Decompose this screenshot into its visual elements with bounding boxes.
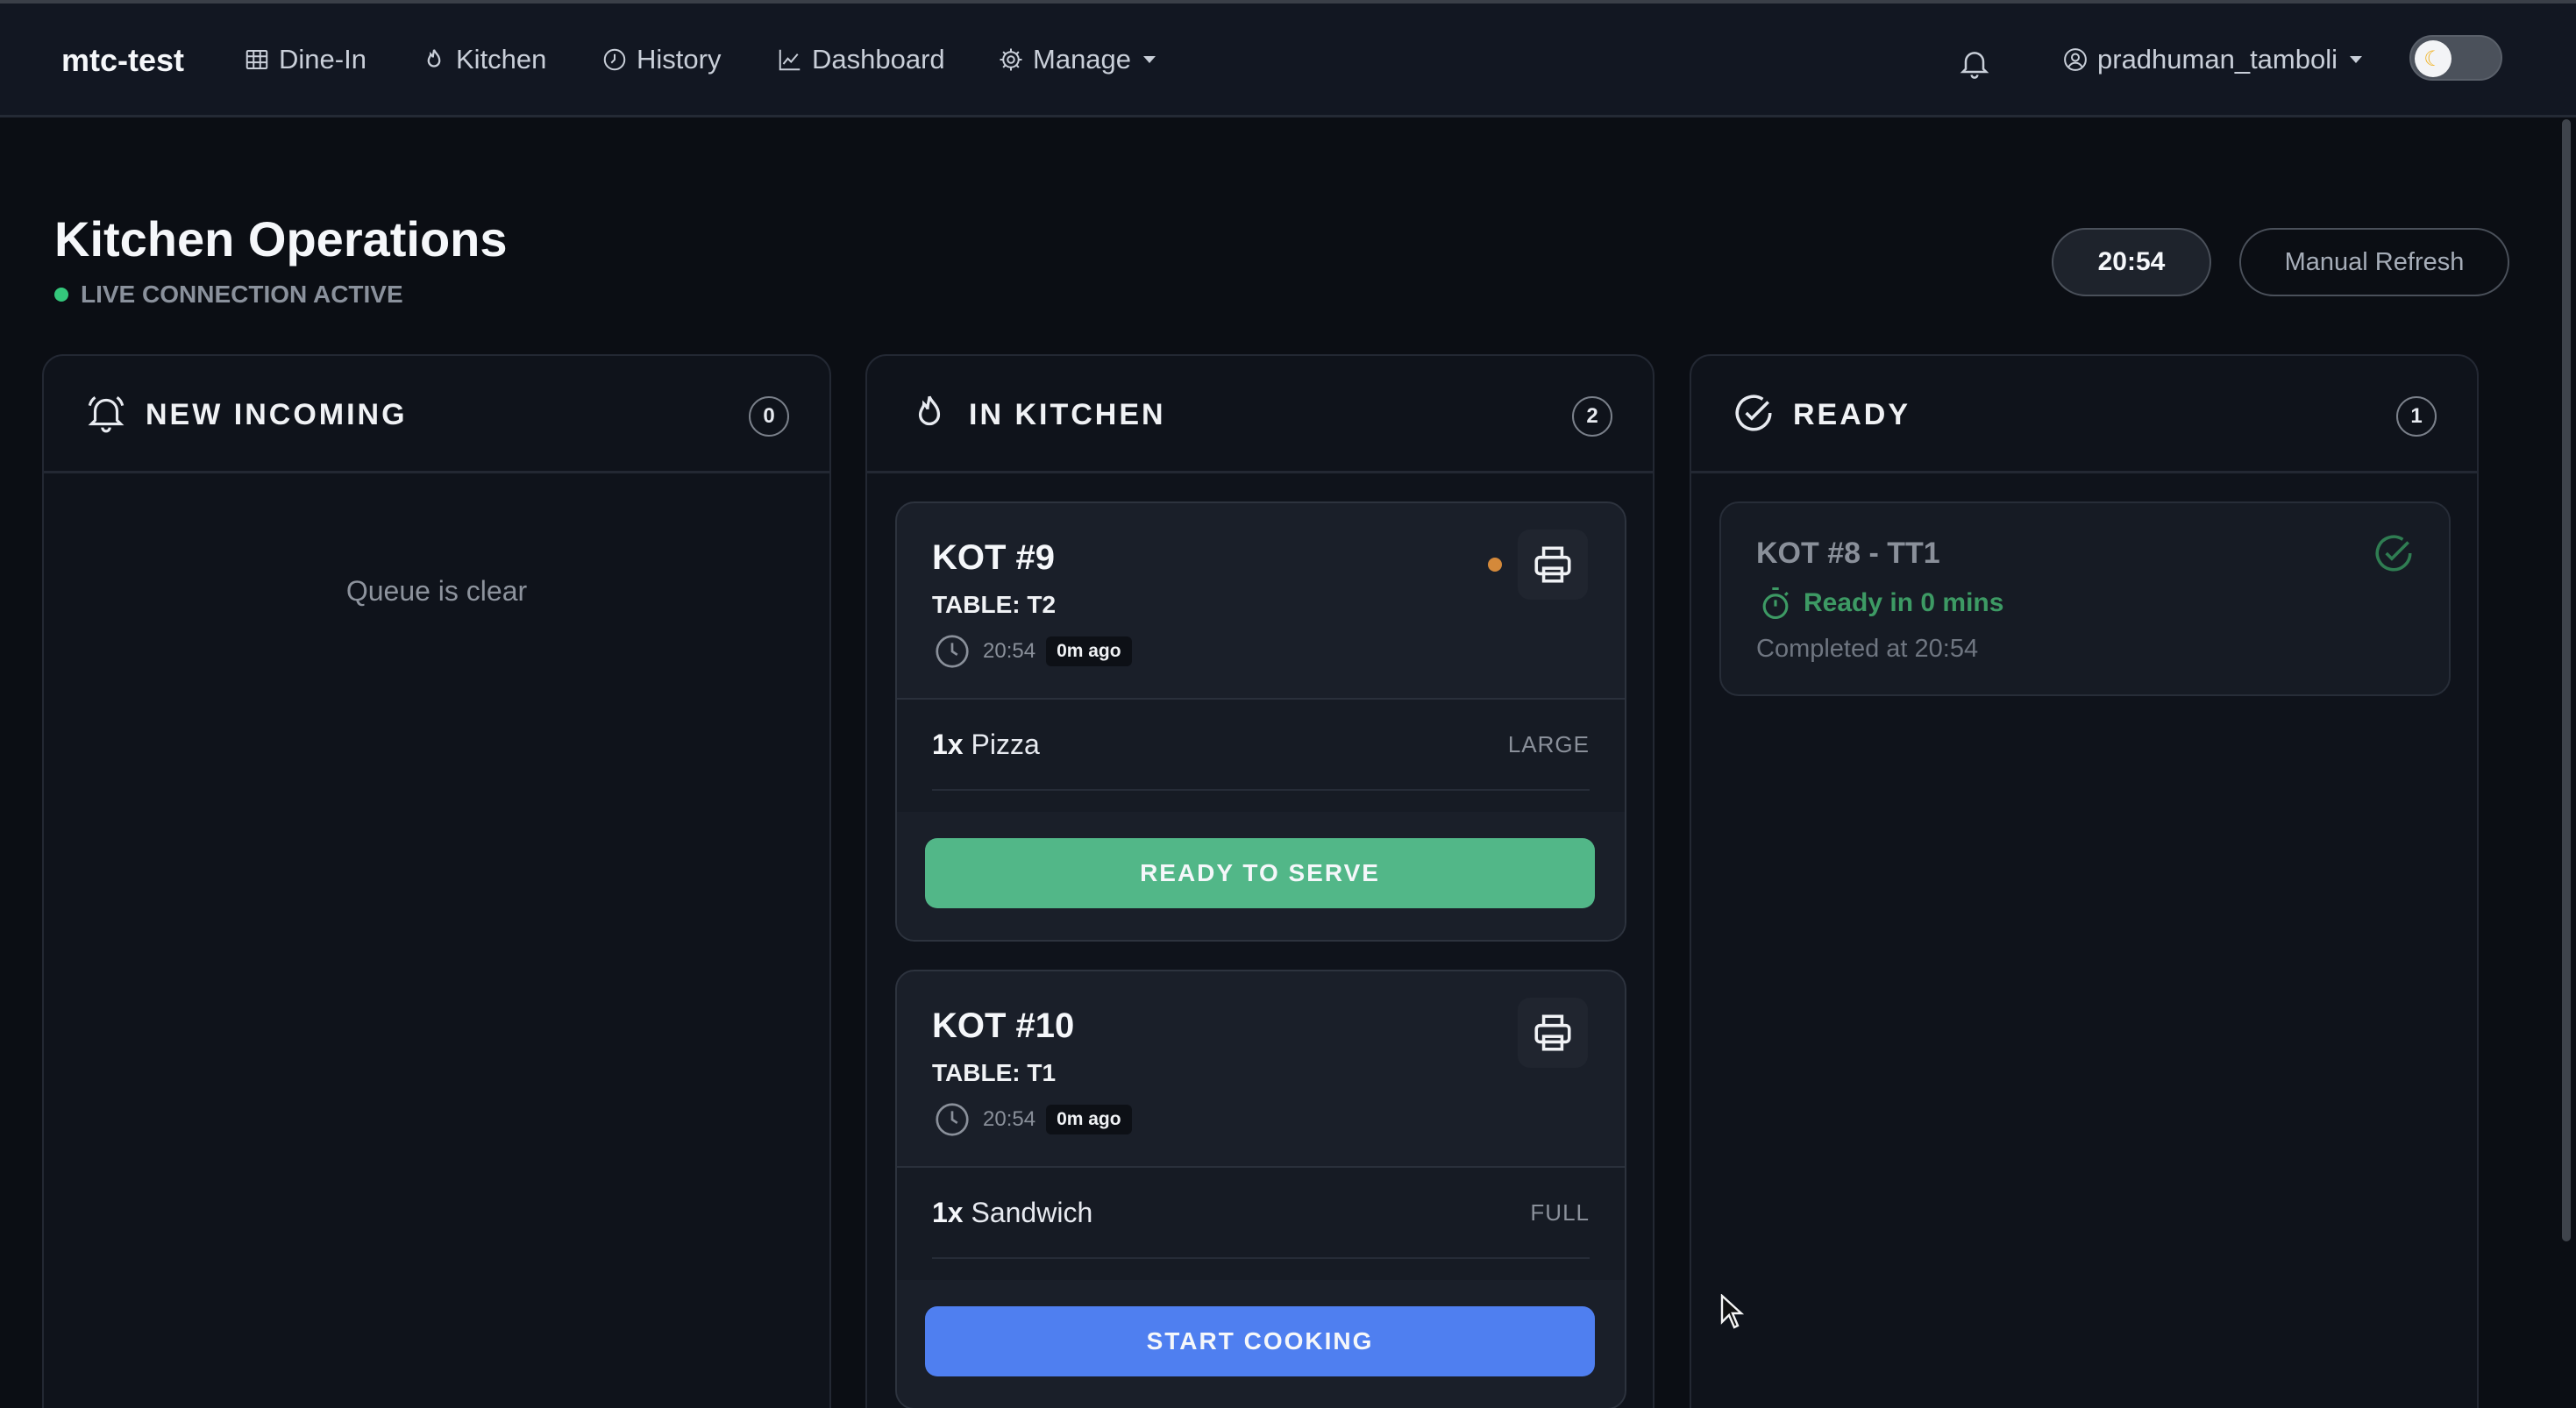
kot-table: TABLE: T1 xyxy=(932,1059,1057,1086)
column-new-incoming: NEW INCOMING 0 Queue is clear xyxy=(42,354,831,1408)
clock-icon xyxy=(936,1103,969,1136)
kot-item: 1x Sandwich FULL xyxy=(897,1168,1625,1280)
check-circle-icon xyxy=(2375,535,2412,572)
printer-icon xyxy=(1534,546,1571,583)
kot-number: KOT #8 - TT1 xyxy=(1756,537,1940,570)
clock-icon xyxy=(603,48,626,71)
page-scrollbar[interactable] xyxy=(2562,119,2571,1241)
column-in-kitchen: IN KITCHEN 2 KOT #9 TABLE: T2 20:54 0m a… xyxy=(865,354,1654,1408)
nav-link-label: History xyxy=(637,44,722,75)
print-kot-button[interactable] xyxy=(1518,530,1588,600)
user-menu[interactable]: pradhuman_tamboli xyxy=(2062,44,2363,75)
kot-number: KOT #9 xyxy=(932,538,1056,577)
column-header: READY 1 xyxy=(1691,356,2477,473)
live-status-text: LIVE CONNECTION ACTIVE xyxy=(81,281,403,308)
nav-link-label: Manage xyxy=(1033,44,1132,75)
manual-refresh-button[interactable]: Manual Refresh xyxy=(2239,228,2509,296)
column-header: IN KITCHEN 2 xyxy=(867,356,1653,473)
column-title: NEW INCOMING xyxy=(146,398,408,431)
start-cooking-button[interactable]: START COOKING xyxy=(925,1306,1595,1376)
top-navbar: mtc-test Dine-In Kitchen History Dashboa… xyxy=(0,4,2576,117)
chart-line-icon xyxy=(779,49,801,71)
notification-bell-icon[interactable] xyxy=(1957,44,1992,82)
nav-link-dine-in[interactable]: Dine-In xyxy=(244,44,366,75)
gear-icon xyxy=(1000,48,1022,71)
clock-icon xyxy=(936,635,969,668)
stopwatch-icon xyxy=(1762,587,1789,620)
bell-icon xyxy=(88,395,125,433)
theme-toggle[interactable]: ☾ xyxy=(2409,35,2502,81)
column-ready: READY 1 KOT #8 - TT1 Ready in 0 mins Com… xyxy=(1690,354,2479,1408)
chevron-down-icon xyxy=(2350,56,2363,63)
column-count-badge: 2 xyxy=(1572,396,1612,437)
page-title: Kitchen Operations xyxy=(54,211,508,267)
flame-icon xyxy=(918,395,941,426)
username: pradhuman_tamboli xyxy=(2097,44,2338,75)
chevron-down-icon xyxy=(1143,56,1156,63)
kot-time-text: 20:54 xyxy=(983,1107,1036,1131)
nav-link-manage[interactable]: Manage xyxy=(998,44,1156,75)
flame-icon xyxy=(427,49,441,68)
column-count-badge: 1 xyxy=(2396,396,2437,437)
kot-time: 20:54 0m ago xyxy=(932,631,1132,672)
kot-card: KOT #9 TABLE: T2 20:54 0m ago 1x Pizza L… xyxy=(895,501,1626,942)
kot-time: 20:54 0m ago xyxy=(932,1099,1132,1140)
nav-link-label: Dashboard xyxy=(812,44,945,75)
item-size: LARGE xyxy=(1507,730,1590,757)
check-circle-icon xyxy=(1735,395,1772,431)
moon-icon: ☾ xyxy=(2415,40,2451,77)
empty-queue-message: Queue is clear xyxy=(345,575,528,607)
pending-status-dot xyxy=(1488,558,1502,572)
ready-status-text: Ready in 0 mins xyxy=(1804,588,2004,617)
table-grid-icon xyxy=(246,50,268,69)
item-size: FULL xyxy=(1530,1198,1590,1226)
item-name: 1x Pizza xyxy=(932,728,1040,760)
column-header: NEW INCOMING 0 xyxy=(44,356,829,473)
kot-card: KOT #10 TABLE: T1 20:54 0m ago 1x Sandwi… xyxy=(895,970,1626,1408)
column-title: IN KITCHEN xyxy=(969,398,1166,431)
nav-link-label: Kitchen xyxy=(456,44,547,75)
kot-item: 1x Pizza LARGE xyxy=(897,700,1625,812)
live-connection-status: LIVE CONNECTION ACTIVE xyxy=(54,281,403,309)
elapsed-badge: 0m ago xyxy=(1046,636,1132,666)
kot-time-text: 20:54 xyxy=(983,639,1036,663)
ready-to-serve-button[interactable]: READY TO SERVE xyxy=(925,838,1595,908)
nav-link-dashboard[interactable]: Dashboard xyxy=(777,44,945,75)
item-name: 1x Sandwich xyxy=(932,1196,1093,1228)
kot-table: TABLE: T2 xyxy=(932,591,1057,618)
elapsed-badge: 0m ago xyxy=(1046,1105,1132,1134)
printer-icon xyxy=(1534,1014,1571,1051)
nav-link-history[interactable]: History xyxy=(601,44,721,75)
live-status-dot xyxy=(54,288,68,302)
current-time-badge: 20:54 xyxy=(2052,228,2211,296)
print-kot-button[interactable] xyxy=(1518,998,1588,1068)
column-count-badge: 0 xyxy=(749,396,789,437)
ready-kot-card: KOT #8 - TT1 Ready in 0 mins Completed a… xyxy=(1719,501,2451,696)
ready-status: Ready in 0 mins xyxy=(1756,584,2003,622)
mouse-cursor-icon xyxy=(1720,1294,1745,1329)
column-title: READY xyxy=(1793,398,1911,431)
kot-number: KOT #10 xyxy=(932,1006,1075,1045)
nav-link-label: Dine-In xyxy=(279,44,366,75)
nav-link-kitchen[interactable]: Kitchen xyxy=(421,44,546,75)
completed-time: Completed at 20:54 xyxy=(1756,635,1979,663)
user-avatar-icon xyxy=(2064,48,2087,71)
brand-name[interactable]: mtc-test xyxy=(61,42,184,79)
